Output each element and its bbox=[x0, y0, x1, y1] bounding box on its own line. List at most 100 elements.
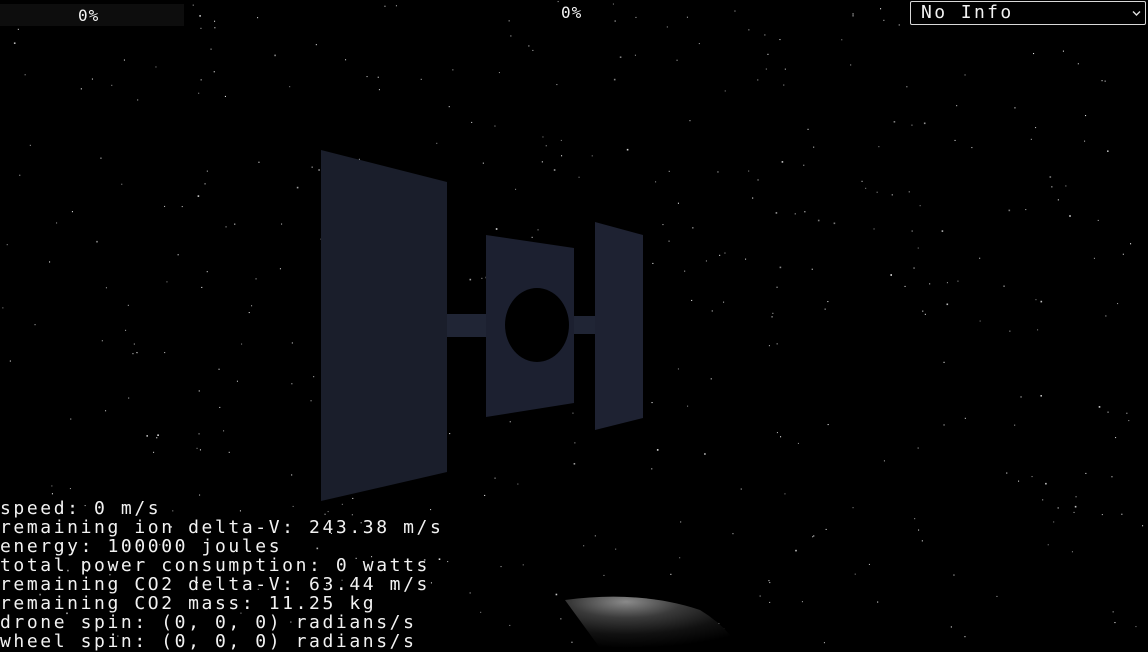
star bbox=[817, 219, 820, 222]
star bbox=[206, 170, 208, 172]
star bbox=[964, 417, 966, 419]
star bbox=[452, 69, 454, 71]
star bbox=[224, 95, 226, 97]
star bbox=[868, 563, 870, 565]
star bbox=[197, 195, 200, 197]
star bbox=[924, 313, 926, 315]
star bbox=[105, 410, 107, 412]
star bbox=[603, 574, 605, 576]
star bbox=[572, 412, 574, 414]
star bbox=[228, 451, 230, 453]
star bbox=[310, 400, 312, 402]
star bbox=[824, 308, 826, 310]
star bbox=[49, 261, 51, 263]
star bbox=[219, 406, 221, 408]
star bbox=[914, 518, 916, 520]
star bbox=[128, 397, 130, 399]
star bbox=[904, 285, 906, 287]
star bbox=[198, 390, 200, 392]
star bbox=[613, 78, 616, 81]
star bbox=[289, 86, 291, 88]
star bbox=[484, 494, 486, 496]
star bbox=[781, 161, 784, 163]
star bbox=[794, 213, 796, 215]
star bbox=[111, 84, 113, 86]
star bbox=[1098, 406, 1101, 408]
star bbox=[1062, 50, 1064, 52]
star bbox=[1111, 476, 1113, 478]
star bbox=[545, 145, 547, 147]
star bbox=[771, 316, 773, 318]
star bbox=[557, 1, 559, 3]
star bbox=[155, 66, 157, 68]
star bbox=[953, 574, 955, 576]
star bbox=[759, 595, 761, 597]
star bbox=[918, 529, 920, 531]
star bbox=[591, 155, 593, 157]
star bbox=[541, 161, 543, 163]
star bbox=[717, 171, 719, 173]
star bbox=[724, 90, 726, 92]
stat-drone-spin: drone spin: (0, 0, 0) radians/s bbox=[0, 612, 417, 633]
star bbox=[1049, 176, 1052, 178]
star bbox=[100, 157, 102, 159]
info-mode-select[interactable]: No Info bbox=[910, 1, 1146, 25]
star bbox=[71, 211, 73, 213]
star bbox=[1126, 412, 1128, 414]
star bbox=[291, 474, 293, 476]
star bbox=[676, 59, 678, 61]
star bbox=[723, 301, 725, 303]
progress-center-label: 0% bbox=[561, 3, 583, 22]
star bbox=[255, 278, 257, 280]
star bbox=[528, 45, 530, 47]
star bbox=[199, 15, 201, 17]
star bbox=[767, 53, 769, 55]
star bbox=[913, 267, 915, 269]
star bbox=[201, 286, 203, 288]
star bbox=[677, 368, 679, 370]
star bbox=[449, 433, 451, 435]
star bbox=[213, 71, 215, 73]
stat-ion-delta-v: remaining ion delta-V: 243.38 m/s bbox=[0, 517, 444, 538]
star bbox=[537, 229, 539, 231]
star bbox=[1040, 395, 1042, 397]
star bbox=[752, 197, 754, 199]
star bbox=[666, 26, 668, 28]
star bbox=[807, 128, 809, 130]
star bbox=[1114, 622, 1116, 624]
stat-energy: energy: 100000 joules bbox=[0, 536, 283, 557]
star bbox=[166, 281, 168, 283]
star bbox=[711, 310, 713, 312]
star bbox=[1040, 300, 1043, 303]
star bbox=[366, 76, 368, 78]
star bbox=[634, 54, 636, 56]
star bbox=[662, 224, 664, 226]
star bbox=[555, 593, 558, 596]
star bbox=[689, 120, 691, 122]
star bbox=[1142, 525, 1144, 527]
star bbox=[950, 626, 952, 628]
star bbox=[704, 453, 706, 455]
star bbox=[1042, 499, 1044, 501]
star bbox=[776, 286, 778, 288]
station-connector-left bbox=[447, 314, 487, 337]
star bbox=[281, 223, 283, 225]
star bbox=[1128, 420, 1130, 422]
star bbox=[500, 566, 502, 568]
star bbox=[1035, 127, 1037, 129]
star bbox=[1107, 150, 1109, 152]
star bbox=[556, 84, 558, 86]
star bbox=[196, 447, 198, 449]
star bbox=[765, 68, 767, 70]
star bbox=[883, 19, 885, 21]
star bbox=[923, 122, 926, 125]
star bbox=[801, 601, 803, 603]
star bbox=[1097, 219, 1099, 221]
star bbox=[865, 187, 867, 189]
star bbox=[2, 307, 4, 309]
star bbox=[825, 528, 827, 530]
star bbox=[510, 35, 512, 37]
star bbox=[177, 254, 179, 256]
star bbox=[878, 146, 880, 148]
star bbox=[1014, 424, 1016, 426]
